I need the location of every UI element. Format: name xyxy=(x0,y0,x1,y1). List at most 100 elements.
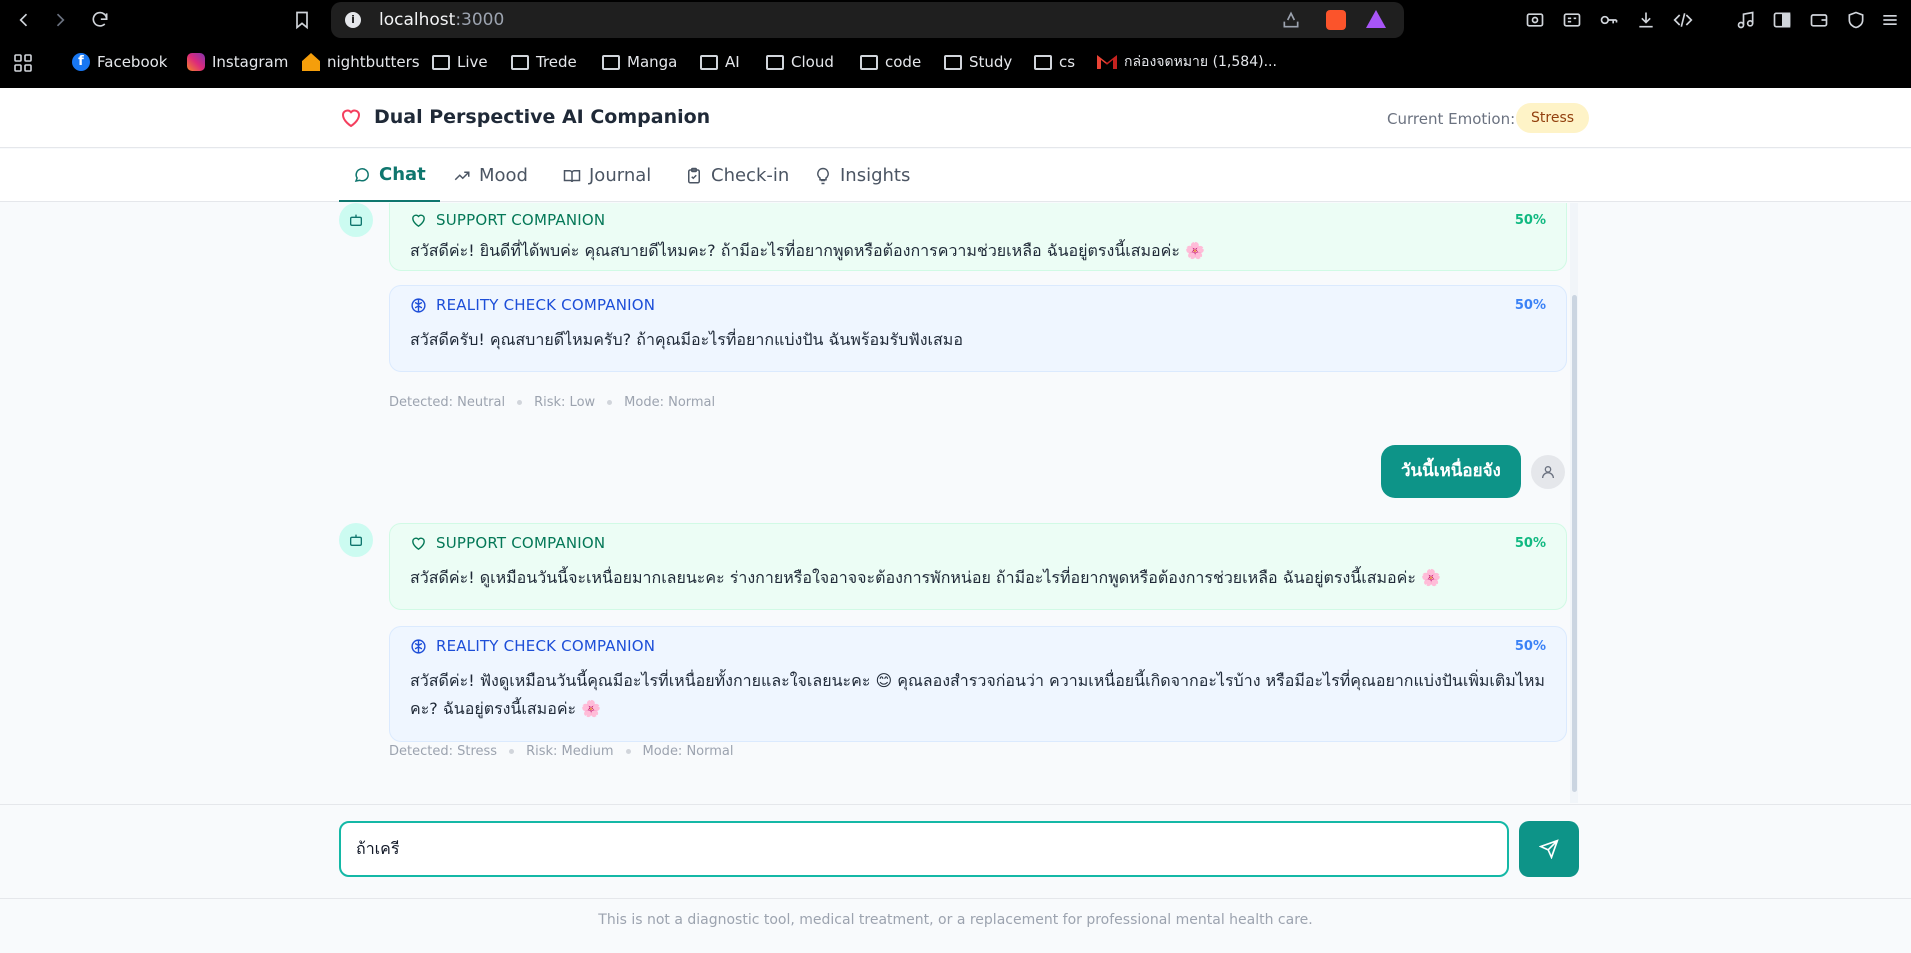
bookmark-code[interactable]: code xyxy=(860,50,921,74)
screenshot-icon[interactable] xyxy=(1525,10,1545,30)
download-icon[interactable] xyxy=(1636,10,1656,30)
detected-emotion: Detected: Neutral xyxy=(389,395,506,410)
disclaimer-footer: This is not a diagnostic tool, medical t… xyxy=(0,898,1911,953)
bookmark-facebook[interactable]: f Facebook xyxy=(72,50,167,74)
user-message-bubble: วันนี้เหนื่อยจัง xyxy=(1381,445,1521,498)
sidebar-icon[interactable] xyxy=(1772,10,1792,30)
clipboard-check-icon xyxy=(688,167,700,183)
lightbulb-icon xyxy=(817,167,829,184)
bot-avatar xyxy=(339,523,373,557)
bookmark-nightbutters[interactable]: nightbutters xyxy=(302,50,420,74)
bookmark-instagram[interactable]: Instagram xyxy=(187,50,288,74)
tab-bar: Chat Mood Journal Check-in Insights xyxy=(0,149,1911,202)
separator-dot xyxy=(509,749,515,754)
app-title: Dual Perspective AI Companion xyxy=(374,106,711,128)
bookmark-cloud[interactable]: Cloud xyxy=(766,50,834,74)
chat-scroll-area[interactable]: SUPPORT COMPANION 50% สวัสดีค่ะ! ยินดีที… xyxy=(339,203,1579,803)
facebook-icon: f xyxy=(72,53,90,71)
browser-toolbar: i localhost:3000 xyxy=(0,0,1911,40)
bookmark-manga[interactable]: Manga xyxy=(602,50,677,74)
folder-icon xyxy=(432,54,450,70)
tab-insights[interactable]: Insights xyxy=(800,149,924,202)
support-weight: 50% xyxy=(1514,536,1546,551)
support-companion-card: SUPPORT COMPANION 50% สวัสดีค่ะ! ยินดีที… xyxy=(389,203,1567,271)
apps-grid-icon[interactable] xyxy=(13,53,33,73)
risk-level: Risk: Low xyxy=(534,395,596,410)
instagram-icon xyxy=(187,53,205,71)
reality-weight: 50% xyxy=(1514,639,1546,654)
folder-icon xyxy=(700,54,718,70)
app-root: Dual Perspective AI Companion Current Em… xyxy=(0,88,1911,953)
trending-up-icon xyxy=(454,171,470,180)
dev-tools-icon[interactable] xyxy=(1673,10,1693,30)
support-companion-header: SUPPORT COMPANION xyxy=(410,534,605,552)
folder-icon xyxy=(511,54,529,70)
address-bar[interactable]: i localhost:3000 xyxy=(331,2,1404,38)
folder-icon xyxy=(860,54,878,70)
bookmark-icon[interactable] xyxy=(288,6,316,34)
send-button[interactable] xyxy=(1519,821,1579,877)
reality-message-text: สวัสดีครับ! คุณสบายดีไหมครับ? ถ้าคุณมีอะ… xyxy=(410,330,963,349)
brave-shields-icon[interactable] xyxy=(1326,10,1346,30)
folder-icon xyxy=(766,54,784,70)
support-companion-header: SUPPORT COMPANION xyxy=(410,211,605,229)
bookmark-study[interactable]: Study xyxy=(944,50,1012,74)
send-icon xyxy=(1539,839,1559,859)
bookmark-live[interactable]: Live xyxy=(432,50,488,74)
tab-chat[interactable]: Chat xyxy=(339,149,440,202)
music-icon[interactable] xyxy=(1736,10,1756,30)
gmail-icon xyxy=(1097,53,1117,71)
tab-check-in[interactable]: Check-in xyxy=(671,149,803,202)
menu-icon[interactable] xyxy=(1880,10,1900,30)
message-input[interactable]: ถ้าเครี xyxy=(339,821,1509,877)
brain-icon xyxy=(411,638,426,654)
site-info-icon[interactable]: i xyxy=(345,12,361,28)
separator-dot xyxy=(517,400,523,405)
bookmark-trede[interactable]: Trede xyxy=(511,50,577,74)
heart-icon xyxy=(412,214,425,227)
url-text[interactable]: localhost:3000 xyxy=(379,10,504,30)
vpn-icon[interactable] xyxy=(1846,10,1866,30)
user-icon xyxy=(1542,466,1554,479)
book-icon xyxy=(563,169,581,182)
support-message-text: สวัสดีค่ะ! ยินดีที่ได้พบค่ะ คุณสบายดีไหม… xyxy=(410,241,1205,260)
composer: ถ้าเครี xyxy=(0,804,1911,897)
key-icon[interactable] xyxy=(1599,10,1619,30)
folder-icon xyxy=(1034,54,1052,70)
emotion-badge: Stress xyxy=(1516,103,1590,133)
tab-mood[interactable]: Mood xyxy=(439,149,542,202)
reality-check-header: REALITY CHECK COMPANION xyxy=(410,296,655,314)
support-companion-card: SUPPORT COMPANION 50% สวัสดีค่ะ! ดูเหมือ… xyxy=(389,523,1567,610)
reload-icon[interactable] xyxy=(86,6,114,34)
browser-chrome: i localhost:3000 f Facebook Instagram nig… xyxy=(0,0,1911,88)
folder-icon xyxy=(944,54,962,70)
mode-label: Mode: Normal xyxy=(642,744,734,759)
chat-scrollbar-thumb[interactable] xyxy=(1572,295,1577,792)
separator-dot xyxy=(625,749,631,754)
back-icon[interactable] xyxy=(10,6,38,34)
bookmark-gmail[interactable]: กล่องจดหมาย (1,584)... xyxy=(1097,50,1277,74)
detected-emotion: Detected: Stress xyxy=(389,744,498,759)
forward-icon[interactable] xyxy=(46,6,74,34)
chat-bubble-icon xyxy=(354,167,369,182)
folder-icon xyxy=(602,54,620,70)
current-emotion-label: Current Emotion: xyxy=(1387,110,1516,128)
bot-icon xyxy=(350,214,362,226)
reader-mode-icon[interactable] xyxy=(1562,10,1582,30)
app-header: Dual Perspective AI Companion Current Em… xyxy=(0,88,1911,148)
user-avatar xyxy=(1531,455,1565,489)
bookmark-ai[interactable]: AI xyxy=(700,50,740,74)
bookmarks-bar: f Facebook Instagram nightbutters Live Tr… xyxy=(0,44,1911,80)
share-icon[interactable] xyxy=(1281,10,1301,30)
reality-check-card: REALITY CHECK COMPANION 50% สวัสดีครับ! … xyxy=(389,285,1567,372)
bot-avatar xyxy=(339,203,373,237)
reality-check-header: REALITY CHECK COMPANION xyxy=(410,637,655,655)
bot-icon xyxy=(350,534,362,546)
tab-journal[interactable]: Journal xyxy=(549,149,665,202)
bookmark-cs[interactable]: cs xyxy=(1034,50,1075,74)
heart-logo-icon xyxy=(341,109,361,128)
support-weight: 50% xyxy=(1514,213,1546,228)
separator-dot xyxy=(607,400,613,405)
brave-rewards-icon[interactable] xyxy=(1366,10,1386,28)
wallet-icon[interactable] xyxy=(1809,10,1829,30)
